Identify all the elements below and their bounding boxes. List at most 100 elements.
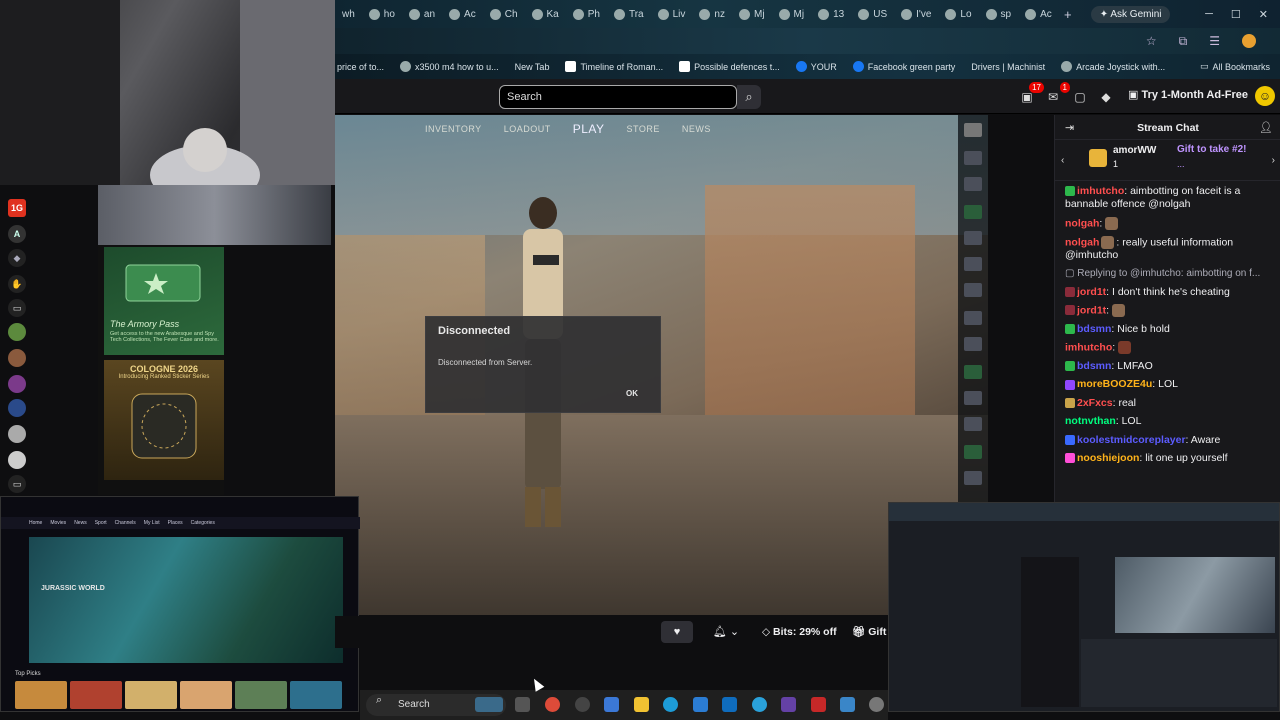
avatar-6[interactable]: [8, 451, 26, 469]
app-icon[interactable]: [693, 697, 708, 712]
chat-message[interactable]: imhutcho:: [1065, 341, 1277, 355]
browser-tab[interactable]: nz: [692, 0, 732, 28]
chat-message[interactable]: nooshiejoon: lit one up yourself: [1065, 452, 1277, 465]
nav-item[interactable]: My List: [144, 520, 160, 526]
app-1g-icon[interactable]: 1G: [8, 199, 26, 217]
menu-play[interactable]: PLAY: [573, 122, 605, 136]
friend-avatar[interactable]: [964, 257, 982, 271]
search-input[interactable]: Search: [499, 85, 737, 109]
profile-avatar-icon[interactable]: [1242, 34, 1256, 48]
chat-message[interactable]: 2xFxcs: real: [1065, 397, 1277, 410]
obs-icon[interactable]: [575, 697, 590, 712]
reply-indicator[interactable]: ▢ Replying to @imhutcho: aimbotting on f…: [1065, 268, 1277, 281]
settings-icon[interactable]: [869, 697, 884, 712]
dialog-ok-button[interactable]: OK: [626, 389, 638, 398]
outlook-icon[interactable]: [722, 697, 737, 712]
friend-avatar[interactable]: [964, 231, 982, 245]
ad-free-button[interactable]: ▣ Try 1-Month Ad-Free: [1128, 88, 1248, 101]
browser-tab[interactable]: Ka: [525, 0, 566, 28]
poster-thumbnail[interactable]: [15, 681, 67, 709]
avatar-1[interactable]: [8, 323, 26, 341]
nav-item[interactable]: Categories: [191, 520, 215, 526]
bookmark-item[interactable]: New Tab: [515, 62, 550, 72]
chat-username[interactable]: bdsmn: [1077, 360, 1111, 372]
bookmark-item[interactable]: price of to...: [337, 62, 384, 72]
browser-tab[interactable]: Tra: [607, 0, 651, 28]
edge-icon[interactable]: [663, 697, 678, 712]
pinned-gift-banner[interactable]: ‹ amorWW 1 Gift to take #2! ... ›: [1055, 141, 1280, 181]
chat-username[interactable]: nolgah: [1065, 217, 1099, 229]
chat-username[interactable]: notnvthan: [1065, 415, 1116, 427]
bookmark-star-icon[interactable]: ☆: [1146, 34, 1157, 48]
bookmark-item[interactable]: Timeline of Roman...: [565, 61, 663, 72]
bookmark-item[interactable]: Facebook green party: [852, 61, 955, 72]
chat-username[interactable]: moreBOOZE4u: [1077, 378, 1152, 390]
avatar-5[interactable]: [8, 425, 26, 443]
hero-banner[interactable]: JURASSIC WORLD: [29, 537, 343, 663]
browser-tab[interactable]: Ac: [1018, 0, 1059, 28]
friend-avatar[interactable]: [964, 205, 982, 219]
friend-avatar[interactable]: [964, 177, 982, 191]
friend-avatar[interactable]: [964, 445, 982, 459]
maximize-icon[interactable]: ☐: [1231, 8, 1241, 21]
menu-store[interactable]: STORE: [627, 124, 660, 136]
friend-avatar[interactable]: [964, 417, 982, 431]
chat-username[interactable]: bdsmn: [1077, 323, 1111, 335]
poster-thumbnail[interactable]: [235, 681, 287, 709]
chat-username[interactable]: imhutcho: [1065, 341, 1112, 353]
bits-button[interactable]: ◇ Bits: 29% off: [756, 621, 843, 643]
browser-tab[interactable]: Mj: [732, 0, 772, 28]
browser-tab[interactable]: Liv: [651, 0, 693, 28]
file-explorer-icon[interactable]: [634, 697, 649, 712]
browser-tab[interactable]: 13: [811, 0, 851, 28]
nav-item[interactable]: Sport: [95, 520, 107, 526]
chat-message[interactable]: notnvthan: LOL: [1065, 415, 1277, 428]
close-icon[interactable]: ✕: [1259, 8, 1268, 21]
chat-username[interactable]: nolgah: [1065, 236, 1099, 248]
nav-item[interactable]: Movies: [50, 520, 66, 526]
friends-icon[interactable]: [964, 123, 982, 137]
app-video-icon[interactable]: ▭: [8, 299, 26, 317]
friend-avatar[interactable]: [964, 471, 982, 485]
bookmark-item[interactable]: Arcade Joystick with...: [1061, 61, 1165, 72]
telegram-icon[interactable]: [752, 697, 767, 712]
bookmark-item[interactable]: Possible defences t...: [679, 61, 780, 72]
secondary-window-obs[interactable]: [888, 502, 1280, 712]
menu-news[interactable]: NEWS: [682, 124, 711, 136]
user-avatar[interactable]: ☺: [1255, 86, 1275, 106]
poster-thumbnail[interactable]: [290, 681, 342, 709]
chat-username[interactable]: jord1t: [1077, 286, 1106, 298]
new-tab-button[interactable]: +: [1059, 7, 1077, 22]
browser-tab[interactable]: Ac: [442, 0, 483, 28]
browser-tab[interactable]: ho: [362, 0, 402, 28]
store-icon[interactable]: [604, 697, 619, 712]
chrome-icon[interactable]: [545, 697, 560, 712]
photos-icon[interactable]: [840, 697, 855, 712]
chat-username[interactable]: nooshiejoon: [1077, 452, 1139, 464]
weather-widget-icon[interactable]: [475, 697, 503, 712]
next-arrow-icon[interactable]: ›: [1272, 155, 1275, 166]
chat-message[interactable]: imhutcho: aimbotting on faceit is a bann…: [1065, 185, 1277, 212]
chat-username[interactable]: imhutcho: [1077, 185, 1124, 197]
chat-message[interactable]: bdsmn: Nice b hold: [1065, 323, 1277, 336]
ask-gemini-button[interactable]: ✦ Ask Gemini: [1090, 5, 1171, 23]
browser-tab[interactable]: Ch: [483, 0, 525, 28]
browser-tab[interactable]: sp: [979, 0, 1019, 28]
chat-username[interactable]: koolestmidcoreplayer: [1077, 434, 1186, 446]
chat-message[interactable]: bdsmn: LMFAO: [1065, 360, 1277, 373]
armory-pass-card[interactable]: The Armory Pass Get access to the new Ar…: [104, 247, 224, 355]
browser-tab[interactable]: Ph: [566, 0, 607, 28]
bookmark-item[interactable]: YOUR: [795, 61, 837, 72]
app-logo-icon[interactable]: ◆: [8, 249, 26, 267]
extensions-icon[interactable]: ⧉: [1179, 34, 1188, 49]
cologne-card[interactable]: COLOGNE 2026 Introducing Ranked Sticker …: [104, 360, 224, 480]
chat-message[interactable]: moreBOOZE4u: LOL: [1065, 378, 1277, 391]
browser-tab[interactable]: wh: [335, 0, 362, 28]
friend-avatar[interactable]: [964, 391, 982, 405]
app-hand-icon[interactable]: ✋: [8, 275, 26, 293]
inbox-icon[interactable]: ✉ 1: [1044, 82, 1070, 106]
avatar-2[interactable]: [8, 349, 26, 367]
whispers-icon[interactable]: ▢: [1071, 88, 1089, 106]
browser-tab[interactable]: an: [402, 0, 442, 28]
browser-tab[interactable]: US: [851, 0, 894, 28]
